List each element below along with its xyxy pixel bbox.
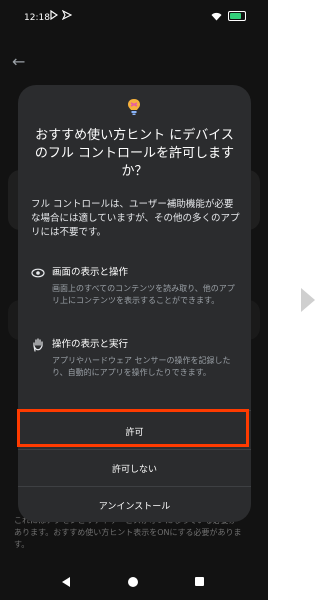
hand-icon [33,338,43,352]
permission-description: アプリやハードウェア センサーの操作を記録したり、自動的にアプリを操作したりでき… [52,356,231,377]
eye-icon [31,268,45,278]
phone-screen: 12:18 ← これにはアクセシビリティサービスがオンになっている必要があります… [0,0,268,600]
nav-home-icon[interactable] [128,577,138,587]
status-icons-left [50,10,72,20]
permission-title: 画面の表示と操作 [52,267,129,278]
deny-button[interactable]: 許可しない [18,450,251,486]
dialog-body: フル コントロールは、ユーザー補助機能が必要な場合には適していますが、その他の多… [31,199,240,238]
app-notification-icon [62,10,72,20]
uninstall-button[interactable]: アンインストール [18,487,251,523]
lightbulb-icon [128,99,140,115]
permission-dialog: おすすめ使い方ヒント にデバイスのフル コントロールを許可しますか？ フル コン… [18,85,251,522]
permission-description: 画面上のすべてのコンテンツを読み取り、他のアプリ上にコンテンツを表示することがで… [52,284,235,305]
allow-button-highlight [17,409,249,447]
status-time: 12:18 [24,13,50,23]
nav-recents-icon[interactable] [195,577,204,586]
dialog-title: おすすめ使い方ヒント にデバイスのフル コントロールを許可しますか？ [34,128,235,179]
status-bar: 12:18 [0,0,268,38]
back-arrow-icon[interactable]: ← [12,52,25,71]
battery-icon [228,11,246,21]
nav-back-icon[interactable] [62,577,70,587]
status-icons-right [211,11,246,21]
permission-title: 操作の表示と実行 [52,339,129,350]
navigation-bar [0,568,268,600]
wifi-icon [211,12,222,20]
next-step-arrow-icon [301,288,315,312]
notification-icon [50,10,58,20]
